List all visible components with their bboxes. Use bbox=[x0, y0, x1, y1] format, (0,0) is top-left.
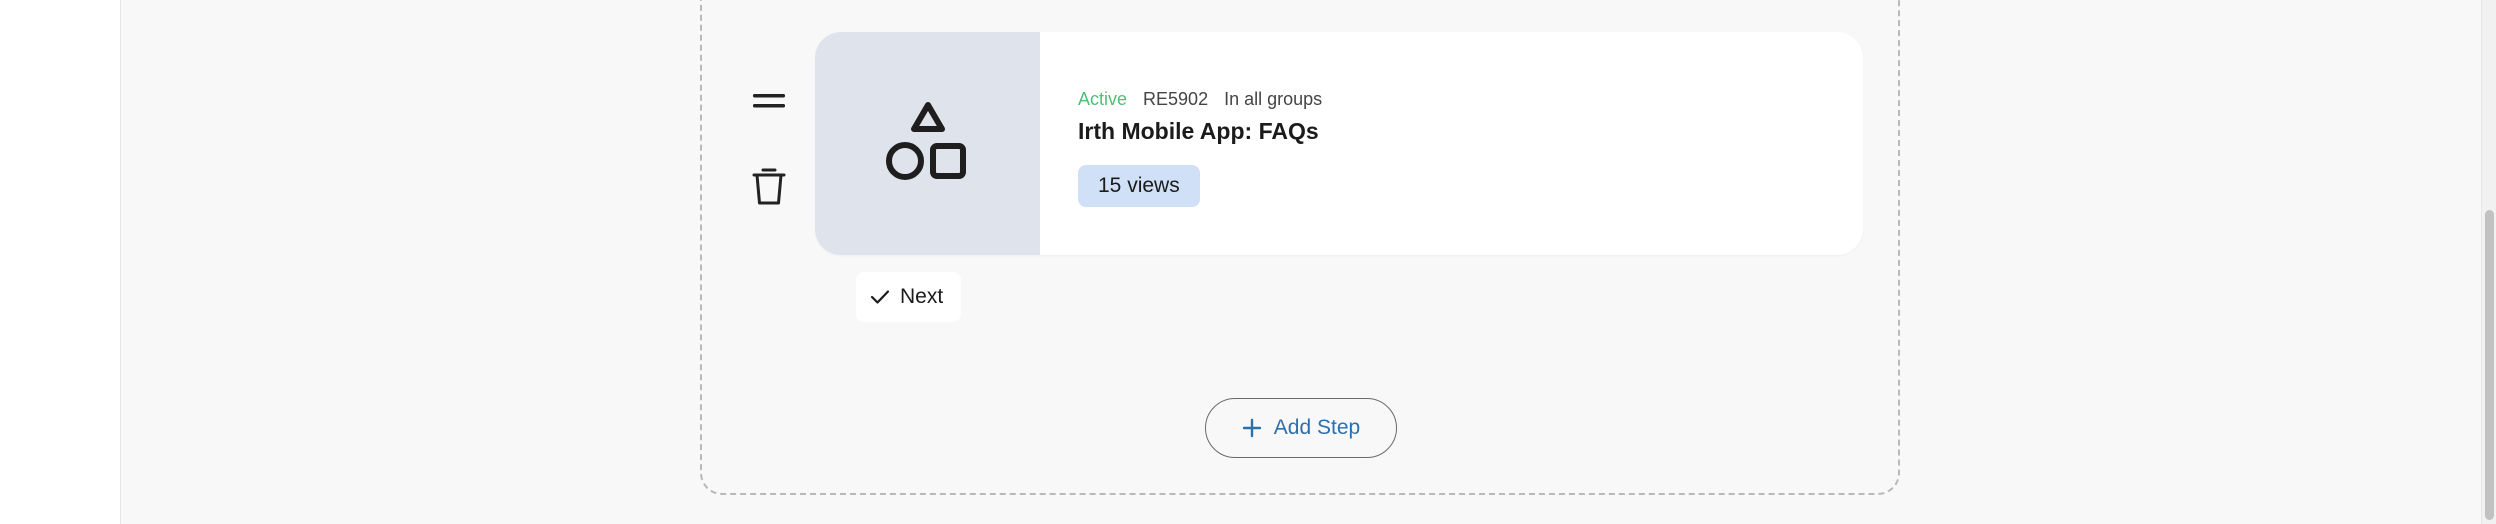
add-step-label: Add Step bbox=[1273, 416, 1361, 439]
shapes-icon bbox=[885, 101, 966, 180]
step-title: Irth Mobile App: FAQs bbox=[1078, 118, 1319, 144]
step-card-body: Active RE5902 In all groups Irth Mobile … bbox=[1078, 88, 1322, 207]
next-label: Next bbox=[900, 285, 944, 308]
step-meta: Active RE5902 In all groups bbox=[1078, 88, 1322, 110]
check-icon bbox=[870, 290, 890, 304]
trash-icon[interactable] bbox=[747, 160, 791, 212]
page: Active RE5902 In all groups Irth Mobile … bbox=[0, 0, 2496, 524]
step-thumbnail bbox=[815, 32, 1040, 255]
scrollbar[interactable] bbox=[2481, 0, 2496, 524]
drag-handle-icon[interactable] bbox=[745, 86, 793, 116]
step-groups: In all groups bbox=[1224, 89, 1323, 109]
step-id: RE5902 bbox=[1143, 89, 1209, 109]
add-step-button[interactable]: Add Step bbox=[1205, 398, 1397, 458]
next-button[interactable]: Next bbox=[856, 272, 962, 322]
views-badge: 15 views bbox=[1078, 165, 1200, 207]
left-sidebar bbox=[0, 0, 121, 524]
status-label: Active bbox=[1078, 89, 1128, 109]
scrollbar-thumb[interactable] bbox=[2485, 210, 2494, 520]
step-card[interactable]: Active RE5902 In all groups Irth Mobile … bbox=[815, 32, 1863, 255]
plus-icon bbox=[1242, 418, 1261, 438]
